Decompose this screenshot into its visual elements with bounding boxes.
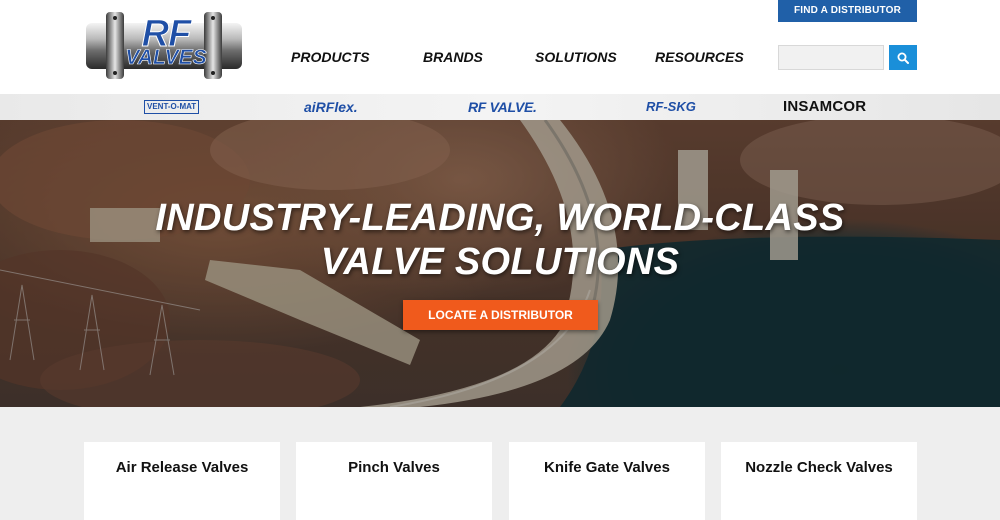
card-nozzle-check-valves[interactable]: Nozzle Check Valves bbox=[721, 442, 917, 520]
search-input[interactable] bbox=[778, 45, 884, 70]
locate-distributor-button[interactable]: LOCATE A DISTRIBUTOR bbox=[403, 300, 598, 330]
hero-heading-line-1: INDUSTRY-LEADING, WORLD-CLASS bbox=[155, 197, 845, 239]
hero-heading-line-2: VALVE SOLUTIONS bbox=[320, 241, 680, 283]
search-icon bbox=[897, 52, 909, 64]
site-header: RF VALVES PRODUCTS BRANDS SOLUTIONS RESO… bbox=[0, 0, 1000, 94]
card-title: Nozzle Check Valves bbox=[745, 459, 893, 476]
card-title: Pinch Valves bbox=[348, 459, 440, 476]
find-distributor-button[interactable]: FIND A DISTRIBUTOR bbox=[778, 0, 917, 22]
card-knife-gate-valves[interactable]: Knife Gate Valves bbox=[509, 442, 705, 520]
page: RF VALVES PRODUCTS BRANDS SOLUTIONS RESO… bbox=[0, 0, 1000, 520]
brand-insamcor[interactable]: INSAMCOR bbox=[783, 94, 866, 120]
brand-strip: VENT-O-MAT aiRFlex. RF VALVE. RF-SKG INS… bbox=[0, 94, 1000, 120]
hero-heading: INDUSTRY-LEADING, WORLD-CLASS VALVE SOLU… bbox=[0, 196, 1000, 284]
rf-valves-logo[interactable]: RF VALVES bbox=[84, 9, 244, 82]
brand-rf-valve[interactable]: RF VALVE. bbox=[468, 94, 537, 120]
product-cards: Air Release Valves Pinch Valves Knife Ga… bbox=[0, 407, 1000, 520]
brand-vent-o-mat[interactable]: VENT-O-MAT bbox=[144, 100, 200, 114]
nav-products[interactable]: PRODUCTS bbox=[291, 49, 370, 65]
brand-rf-skg[interactable]: RF-SKG bbox=[646, 94, 696, 120]
logo-valves: VALVES bbox=[125, 46, 207, 69]
brand-airflex[interactable]: aiRFlex. bbox=[304, 94, 358, 120]
card-air-release-valves[interactable]: Air Release Valves bbox=[84, 442, 280, 520]
hero-banner: INDUSTRY-LEADING, WORLD-CLASS VALVE SOLU… bbox=[0, 120, 1000, 407]
card-title: Knife Gate Valves bbox=[544, 459, 670, 476]
nav-brands[interactable]: BRANDS bbox=[423, 49, 483, 65]
nav-solutions[interactable]: SOLUTIONS bbox=[535, 49, 617, 65]
search-button[interactable] bbox=[889, 45, 917, 70]
logo-text: RF VALVES bbox=[120, 15, 212, 69]
card-pinch-valves[interactable]: Pinch Valves bbox=[296, 442, 492, 520]
nav-resources[interactable]: RESOURCES bbox=[655, 49, 744, 65]
card-title: Air Release Valves bbox=[115, 459, 249, 476]
